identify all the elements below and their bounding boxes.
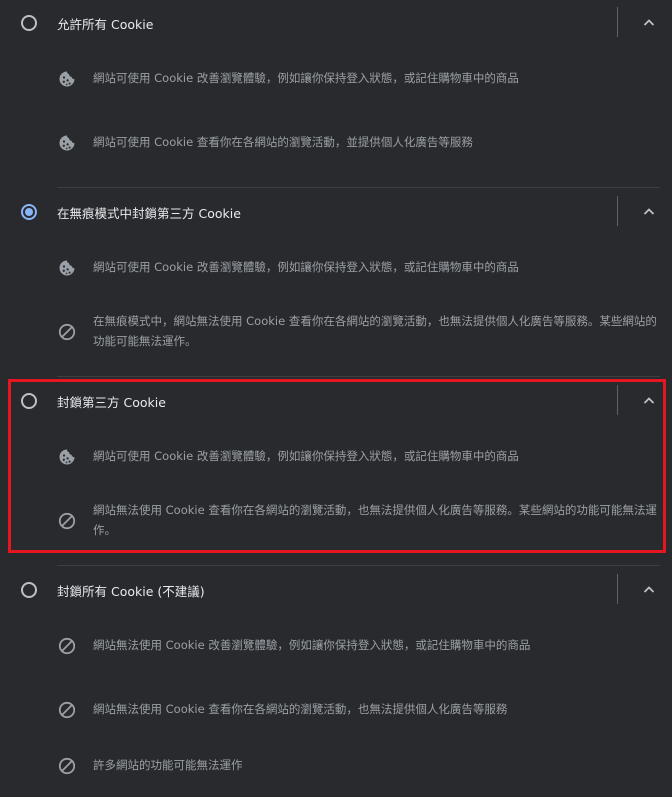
row-text: 網站無法使用 Cookie 改善瀏覽體驗，例如讓你保持登入狀態，或記住購物車中的… [93, 638, 531, 652]
option-header-allow-all[interactable]: 允許所有 Cookie [0, 0, 672, 46]
row-text: 網站可使用 Cookie 查看你在各網站的瀏覽活動，並提供個人化廣告等服務 [93, 135, 473, 149]
divider [57, 376, 660, 377]
vertical-separator [617, 574, 618, 604]
list-item: 網站可使用 Cookie 改善瀏覽體驗，例如讓你保持登入狀態，或記住購物車中的商… [0, 249, 672, 289]
list-item: 網站無法使用 Cookie 改善瀏覽體驗，例如讓你保持登入狀態，或記住購物車中的… [0, 627, 672, 667]
row-text: 在無痕模式中，網站無法使用 Cookie 查看你在各網站的瀏覽活動，也無法提供個… [93, 314, 657, 348]
option-header-block-third-party[interactable]: 封鎖第三方 Cookie [0, 378, 672, 424]
vertical-separator [617, 196, 618, 226]
chevron-up-icon[interactable] [638, 390, 660, 412]
divider [57, 565, 660, 566]
option-header-block-third-party-incognito[interactable]: 在無痕模式中封鎖第三方 Cookie [0, 189, 672, 235]
radio-block-third-party-incognito[interactable] [21, 204, 37, 220]
chevron-up-icon[interactable] [638, 579, 660, 601]
option-header-block-all[interactable]: 封鎖所有 Cookie (不建議) [0, 567, 672, 613]
list-item: 網站可使用 Cookie 改善瀏覽體驗，例如讓你保持登入狀態，或記住購物車中的商… [0, 438, 672, 478]
list-item: 許多網站的功能可能無法運作 [0, 747, 672, 787]
radio-block-all-cookies[interactable] [21, 582, 37, 598]
cookie-icon [57, 133, 77, 153]
list-item: 在無痕模式中，網站無法使用 Cookie 查看你在各網站的瀏覽活動，也無法提供個… [0, 302, 672, 358]
list-item: 網站無法使用 Cookie 查看你在各網站的瀏覽活動，也無法提供個人化廣告等服務 [0, 691, 672, 731]
radio-allow-all-cookies[interactable] [21, 15, 37, 31]
block-icon [57, 636, 77, 656]
cookie-settings-panel: 允許所有 Cookie 網站可使用 Cookie 改善瀏覽體驗，例如讓你保持登入… [0, 0, 672, 797]
radio-block-third-party-cookies[interactable] [21, 393, 37, 409]
divider [57, 187, 660, 188]
cookie-icon [57, 69, 77, 89]
block-icon [57, 322, 77, 342]
block-icon [57, 511, 77, 531]
row-text: 網站可使用 Cookie 改善瀏覽體驗，例如讓你保持登入狀態，或記住購物車中的商… [93, 260, 519, 274]
row-text: 網站無法使用 Cookie 查看你在各網站的瀏覽活動，也無法提供個人化廣告等服務 [93, 702, 508, 716]
row-text: 網站可使用 Cookie 改善瀏覽體驗，例如讓你保持登入狀態，或記住購物車中的商… [93, 449, 519, 463]
vertical-separator [617, 7, 618, 37]
block-icon [57, 700, 77, 720]
row-text: 許多網站的功能可能無法運作 [93, 758, 243, 772]
chevron-up-icon[interactable] [638, 201, 660, 223]
cookie-icon [57, 447, 77, 467]
vertical-separator [617, 385, 618, 415]
option-title: 封鎖第三方 Cookie [57, 395, 166, 410]
list-item: 網站可使用 Cookie 改善瀏覽體驗，例如讓你保持登入狀態，或記住購物車中的商… [0, 60, 672, 100]
cookie-icon [57, 258, 77, 278]
option-title: 允許所有 Cookie [57, 17, 154, 32]
list-item: 網站無法使用 Cookie 查看你在各網站的瀏覽活動，也無法提供個人化廣告等服務… [0, 491, 672, 547]
chevron-up-icon[interactable] [638, 12, 660, 34]
option-title: 在無痕模式中封鎖第三方 Cookie [57, 206, 241, 221]
list-item: 網站可使用 Cookie 查看你在各網站的瀏覽活動，並提供個人化廣告等服務 [0, 124, 672, 164]
block-icon [57, 756, 77, 776]
row-text: 網站無法使用 Cookie 查看你在各網站的瀏覽活動，也無法提供個人化廣告等服務… [93, 503, 657, 537]
option-title: 封鎖所有 Cookie (不建議) [57, 584, 205, 599]
row-text: 網站可使用 Cookie 改善瀏覽體驗，例如讓你保持登入狀態，或記住購物車中的商… [93, 71, 519, 85]
